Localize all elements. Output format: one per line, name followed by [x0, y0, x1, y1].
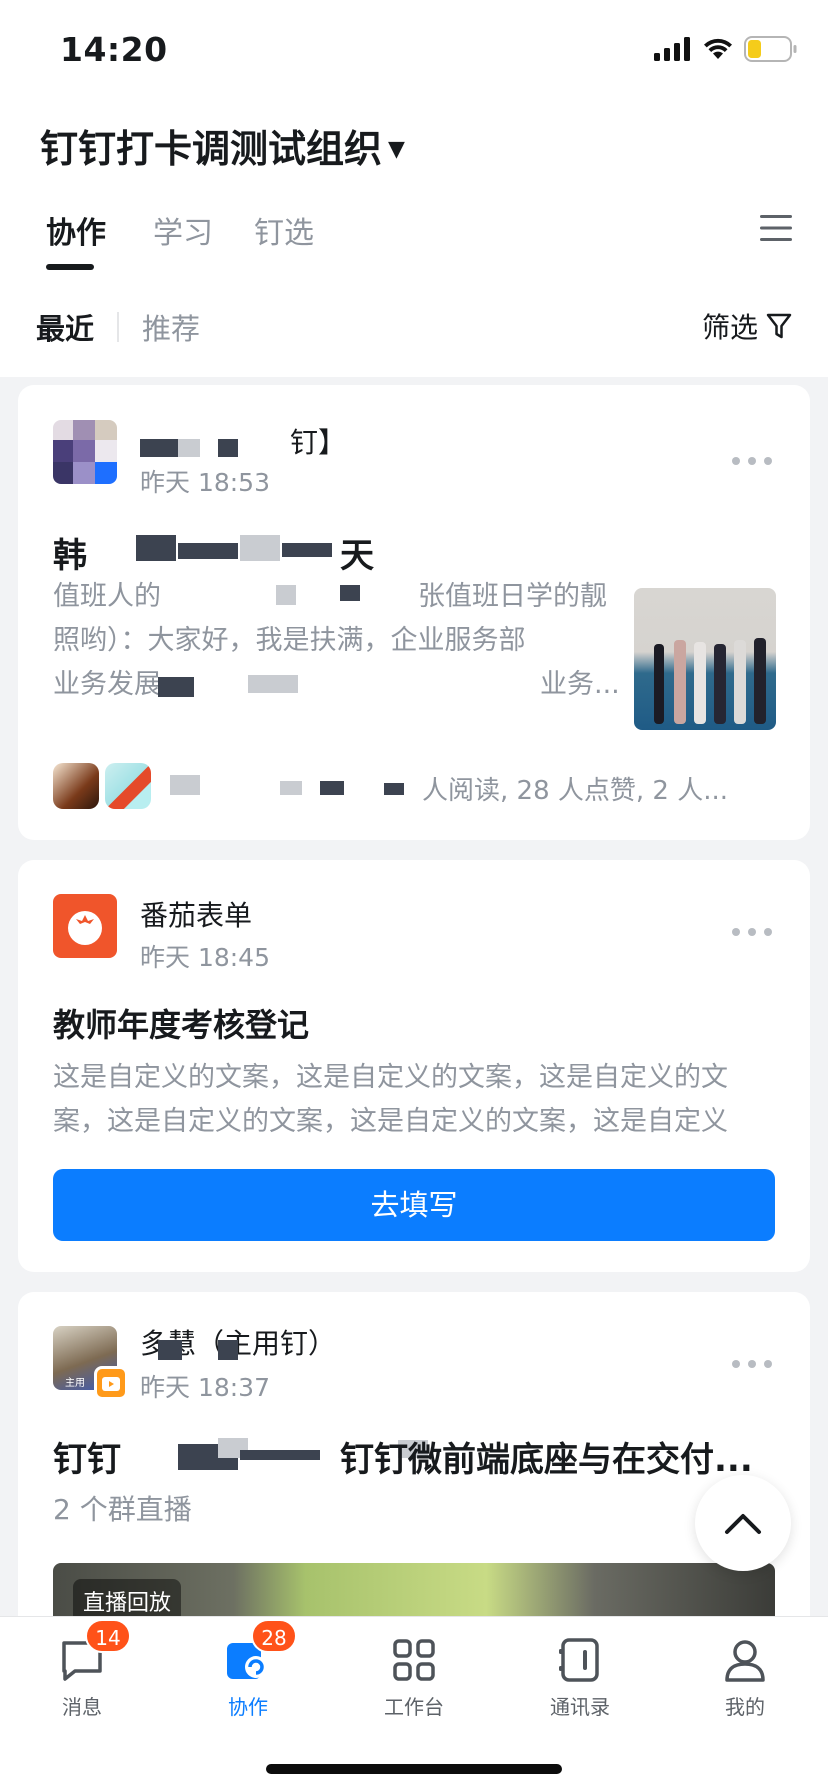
- unread-badge: 28: [251, 1619, 297, 1653]
- tomato-icon: [68, 911, 102, 945]
- tabbar-label: 我的: [725, 1695, 765, 1719]
- card-title-end: 钉钉微前端底座与在交付...: [340, 1440, 753, 1480]
- redaction: [178, 543, 238, 559]
- post-time: 昨天 18:45: [140, 943, 270, 972]
- avatar: [105, 763, 151, 809]
- feed-card[interactable]: 番茄表单 昨天 18:45 教师年度考核登记 这是自定义的文案，这是自定义的文案…: [18, 860, 810, 1272]
- fill-in-button[interactable]: 去填写: [53, 1169, 775, 1241]
- redaction: [158, 677, 194, 697]
- card-title-end: 天: [340, 536, 374, 576]
- read-stats: 人阅读, 28 人点赞, 2 人...: [422, 776, 729, 806]
- redaction: [280, 781, 302, 795]
- unread-badge: 14: [85, 1619, 131, 1653]
- status-time: 14:20: [60, 30, 168, 69]
- caret-down-icon: ▼: [388, 137, 405, 162]
- redaction: [218, 1340, 238, 1360]
- filter-label: 筛选: [701, 311, 758, 344]
- status-icons: [654, 34, 798, 64]
- redaction: [136, 535, 176, 561]
- feed-card[interactable]: 钉】 昨天 18:53 韩 天 值班人的 张值班日学的靓 照哟）：大家好，我是扶…: [18, 385, 810, 840]
- grid-icon: [393, 1639, 435, 1681]
- profile-icon: [725, 1640, 765, 1682]
- redaction: [276, 585, 296, 605]
- redaction: [384, 783, 404, 795]
- filter-button[interactable]: 筛选: [702, 306, 792, 346]
- live-icon: [94, 1366, 128, 1400]
- sub-tabs: 最近 推荐 筛选: [0, 290, 828, 360]
- avatar: [53, 420, 117, 484]
- redaction: [140, 439, 178, 457]
- tab-collab[interactable]: 协作: [46, 208, 106, 252]
- redaction: [240, 1450, 320, 1460]
- sender-name: 钉】: [290, 426, 347, 459]
- card-desc-line-1a: 值班人的: [53, 581, 161, 612]
- redaction: [282, 543, 332, 557]
- feed-card[interactable]: 主用 多慧（主用钉） 昨天 18:37 钉钉 钉钉微前端底座与在交付... 2 …: [18, 1292, 810, 1632]
- sender-name: 番茄表单: [140, 899, 253, 932]
- battery-icon: [744, 36, 797, 62]
- redaction: [340, 585, 360, 601]
- tabbar-label: 工作台: [384, 1695, 444, 1719]
- contacts-icon: [559, 1638, 599, 1682]
- subtab-divider: [117, 312, 119, 342]
- tab-learning[interactable]: 学习: [153, 208, 213, 252]
- post-thumbnail[interactable]: [634, 588, 776, 730]
- card-desc-line-1b: 张值班日学的靓: [418, 581, 607, 612]
- tabbar-label: 消息: [62, 1695, 102, 1719]
- card-title-start: 韩: [53, 536, 87, 576]
- org-switcher[interactable]: 钉钉打卡调测试组织 ▼: [40, 118, 405, 173]
- card-title-start: 钉钉: [53, 1440, 121, 1480]
- chevron-up-icon: [725, 1514, 761, 1534]
- more-icon[interactable]: [732, 1358, 772, 1370]
- card-subtitle: 2 个群直播: [53, 1493, 192, 1526]
- wifi-icon: [704, 38, 732, 59]
- tabbar-contacts[interactable]: 通讯录: [525, 1635, 635, 1720]
- tab-pinned[interactable]: 钉选: [254, 208, 314, 252]
- more-icon[interactable]: [732, 455, 772, 467]
- card-desc-line-2: 案，这是自定义的文案，这是自定义的文案，这是自定义: [53, 1106, 728, 1137]
- card-title: 教师年度考核登记: [53, 1006, 310, 1044]
- filter-icon: [766, 313, 792, 339]
- redaction: [170, 775, 200, 795]
- card-desc-line-2: 照哟）：大家好，我是扶满，企业服务部: [53, 625, 526, 656]
- tabbar-label: 协作: [228, 1695, 268, 1719]
- subtab-recommend[interactable]: 推荐: [142, 306, 200, 348]
- redaction: [178, 439, 200, 457]
- avatar-tag: 主用: [65, 1378, 85, 1389]
- redaction: [248, 675, 298, 693]
- signal-icon: [654, 37, 690, 61]
- tabbar-profile[interactable]: 我的: [690, 1635, 800, 1720]
- tabbar-collab[interactable]: 28 协作: [193, 1619, 303, 1720]
- redaction: [240, 535, 280, 561]
- status-bar: 14:20: [0, 0, 828, 100]
- redaction: [158, 1340, 182, 1360]
- subtab-recent[interactable]: 最近: [36, 306, 94, 348]
- card-desc-line-1: 这是自定义的文案，这是自定义的文案，这是自定义的文: [53, 1062, 728, 1093]
- redaction: [218, 439, 238, 457]
- post-time: 昨天 18:37: [140, 1373, 270, 1402]
- tabbar-label: 通讯录: [550, 1695, 610, 1719]
- tomato-form-logo: [53, 894, 117, 958]
- redaction: [320, 781, 344, 795]
- org-title: 钉钉打卡调测试组织: [40, 127, 383, 171]
- top-tabs: 协作 学习 钉选: [0, 200, 828, 270]
- more-icon[interactable]: [732, 926, 772, 938]
- post-time: 昨天 18:53: [140, 468, 270, 497]
- avatar: [53, 763, 99, 809]
- tabbar-messages[interactable]: 14 消息: [27, 1619, 137, 1720]
- card-desc-line-3a: 业务发展: [53, 669, 161, 700]
- reader-avatars: [53, 763, 157, 809]
- card-desc-line-3b: 业务...: [540, 669, 620, 700]
- home-indicator: [266, 1764, 562, 1774]
- tabbar-workbench[interactable]: 工作台: [359, 1635, 469, 1720]
- menu-icon[interactable]: [758, 212, 794, 244]
- scroll-to-top-button[interactable]: [695, 1475, 791, 1571]
- active-tab-indicator: [46, 264, 94, 270]
